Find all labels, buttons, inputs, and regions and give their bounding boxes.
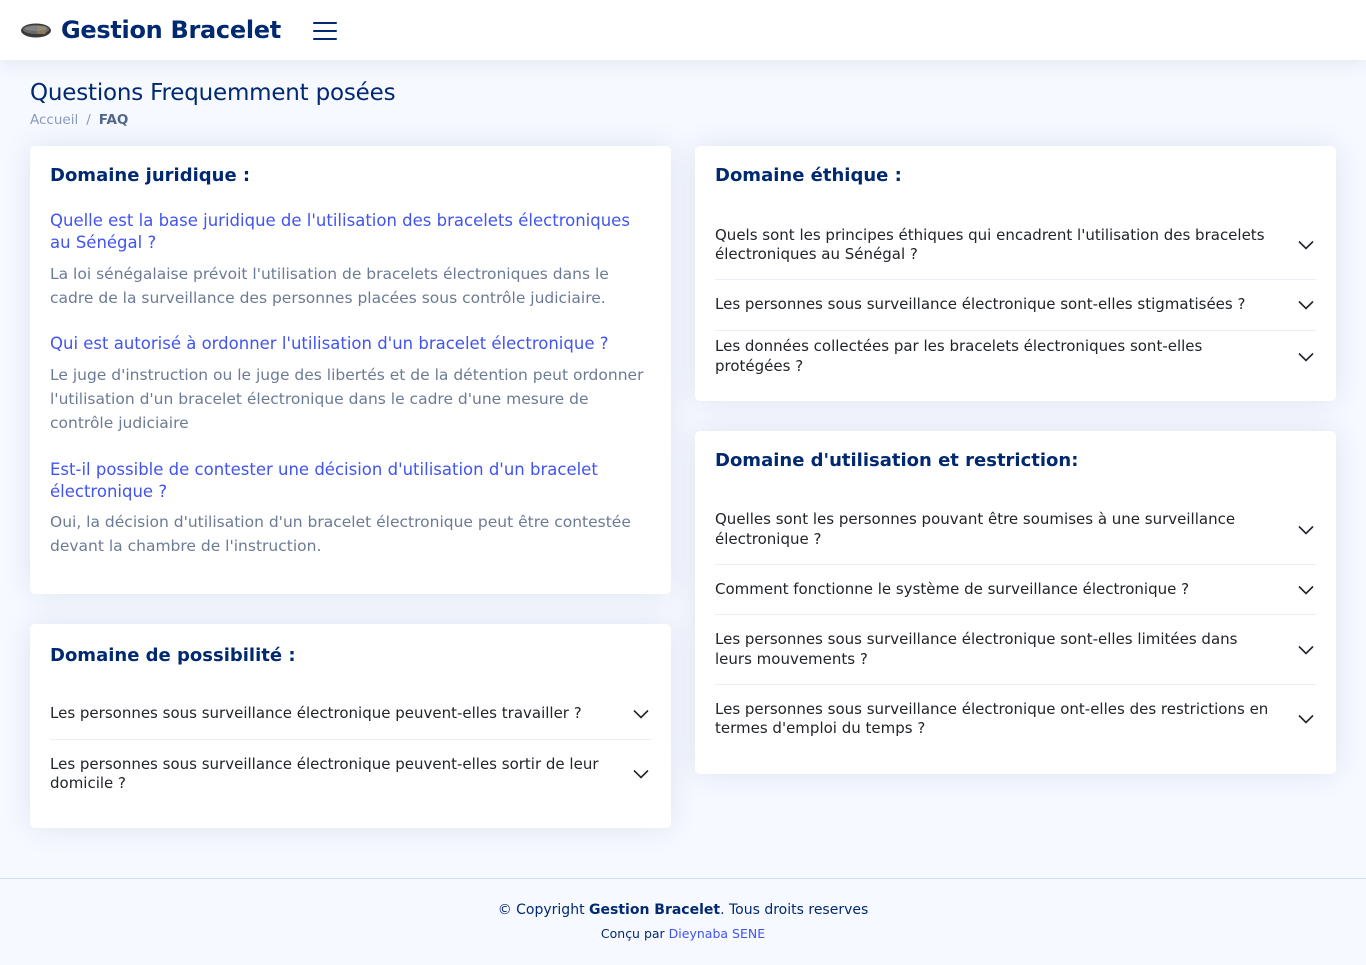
accordion-item[interactable]: Comment fonctionne le système de surveil… (715, 565, 1316, 615)
chevron-down-icon (1298, 300, 1314, 310)
breadcrumb: Accueil / FAQ (30, 112, 395, 128)
faq-answer: Oui, la décision d'utilisation d'un brac… (50, 513, 631, 555)
accordion-question: Quels sont les principes éthiques qui en… (715, 225, 1265, 264)
copyright: © Copyright Gestion Bracelet. Tous droit… (0, 902, 1366, 918)
accordion-item[interactable]: Quelles sont les personnes pouvant être … (715, 495, 1316, 565)
card-title: Domaine de possibilité : (50, 645, 296, 666)
logo[interactable]: Gestion Bracelet (20, 14, 281, 46)
card-title: Domaine juridique : (50, 165, 251, 186)
breadcrumb-separator: / (86, 112, 91, 128)
accordion-question: Les personnes sous surveillance électron… (715, 630, 1238, 668)
accordion-item[interactable]: Les personnes sous surveillance électron… (715, 685, 1316, 753)
credits: Conçu par Dieynaba SENE (0, 926, 1366, 941)
faq-question: Quelle est la base juridique de l'utilis… (50, 211, 630, 252)
logo-text: Gestion Bracelet (61, 16, 281, 44)
sidebar-toggle-icon[interactable] (313, 19, 338, 41)
copyright-suffix: . Tous droits reserves (720, 902, 869, 918)
author-link[interactable]: Dieynaba SENE (669, 926, 765, 941)
accordion-item[interactable]: Les personnes sous surveillance électron… (50, 689, 651, 740)
accordion-question: Les personnes sous surveillance électron… (715, 295, 1246, 314)
faq-answer: La loi sénégalaise prévoit l'utilisation… (50, 265, 609, 307)
copyright-prefix: © Copyright (497, 902, 590, 918)
site-footer: © Copyright Gestion Bracelet. Tous droit… (0, 878, 1366, 965)
accordion-item[interactable]: Les données collectées par les bracelets… (715, 331, 1316, 382)
page-title: Questions Frequemment posées (30, 80, 396, 106)
faq-answer: Le juge d'instruction ou le juge des lib… (50, 366, 644, 432)
bracelet-logo-icon (21, 23, 51, 37)
chevron-down-icon (1298, 714, 1314, 724)
card-domaine-ethique: Domaine éthique : Quels sont les princip… (695, 146, 1336, 401)
credits-prefix: Conçu par (600, 926, 669, 941)
chevron-down-icon (1298, 352, 1314, 362)
accordion-question: Les personnes sous surveillance électron… (715, 699, 1269, 738)
chevron-down-icon (1298, 645, 1314, 655)
chevron-down-icon (1298, 585, 1314, 595)
accordion-question: Comment fonctionne le système de surveil… (715, 579, 1190, 598)
accordion-item[interactable]: Les personnes sous surveillance électron… (50, 740, 651, 808)
accordion-item[interactable]: Quels sont les principes éthiques qui en… (715, 211, 1316, 280)
breadcrumb-home-link[interactable]: Accueil (30, 112, 78, 128)
card-title: Domaine éthique : (715, 165, 902, 186)
accordion-question: Les personnes sous surveillance électron… (50, 754, 599, 793)
card-domaine-possibilite: Domaine de possibilité : Les personnes s… (30, 624, 671, 828)
card-domaine-juridique: Domaine juridique : Quelle est la base j… (30, 146, 671, 594)
accordion-question: Les personnes sous surveillance électron… (50, 704, 582, 723)
faq-question: Est-il possible de contester une décisio… (50, 460, 598, 501)
faq-question: Qui est autorisé à ordonner l'utilisatio… (50, 334, 609, 353)
chevron-down-icon (1298, 525, 1314, 535)
chevron-down-icon (633, 769, 649, 779)
page-title-block: Questions Frequemment posées Accueil / F… (30, 80, 396, 128)
chevron-down-icon (1298, 240, 1314, 250)
card-domaine-utilisation: Domaine d'utilisation et restriction: Qu… (695, 431, 1336, 774)
breadcrumb-current: FAQ (98, 112, 129, 128)
chevron-down-icon (633, 709, 649, 719)
accordion-question: Quelles sont les personnes pouvant être … (715, 510, 1236, 548)
accordion-item[interactable]: Les personnes sous surveillance électron… (715, 280, 1316, 331)
card-title: Domaine d'utilisation et restriction: (715, 450, 1079, 471)
site-header: Gestion Bracelet (0, 0, 1366, 60)
accordion-question: Les données collectées par les bracelets… (715, 337, 1203, 375)
accordion-item[interactable]: Les personnes sous surveillance électron… (715, 615, 1316, 685)
copyright-brand: Gestion Bracelet (589, 902, 721, 918)
